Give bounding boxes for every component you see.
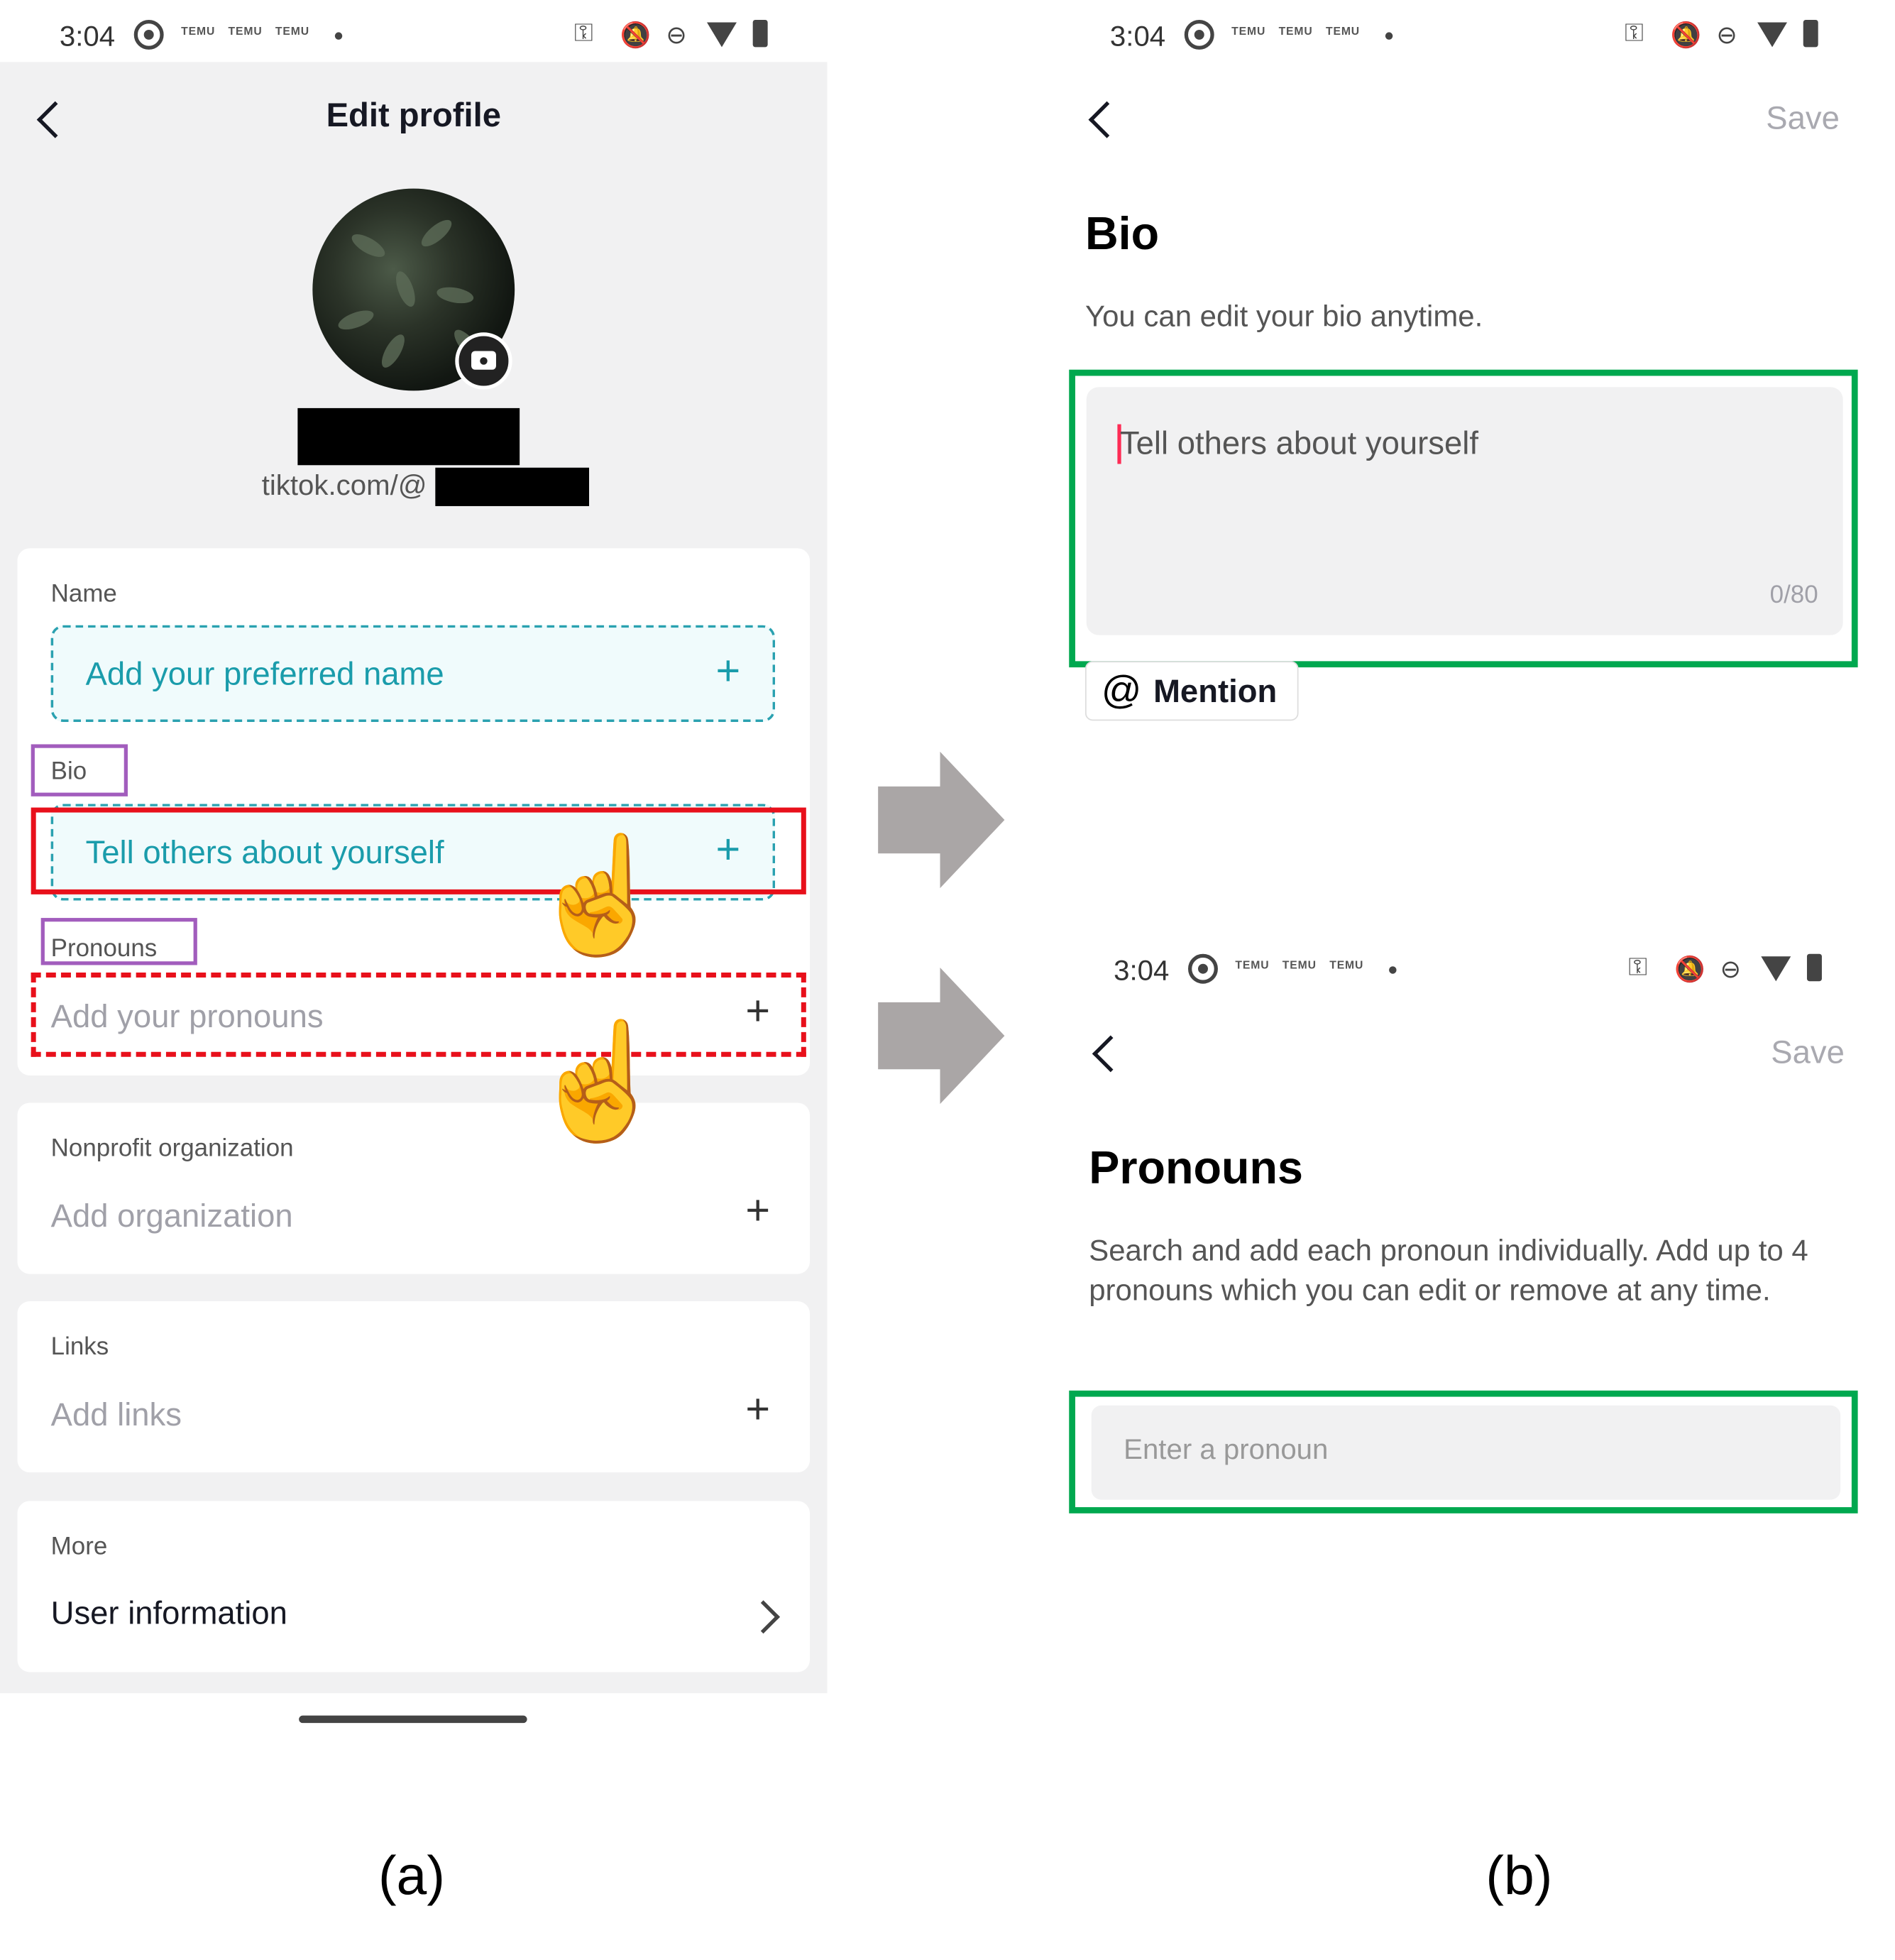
bell-off-icon: 🔕	[620, 22, 652, 50]
vpn-key-icon: ⚿	[1628, 953, 1647, 982]
redacted-handle	[435, 467, 590, 506]
mention-label: Mention	[1153, 672, 1278, 710]
temu-notification-icon: TEMU	[1329, 958, 1364, 972]
add-name-plus-icon: +	[715, 647, 741, 695]
pronouns-title: Pronouns	[1089, 1142, 1303, 1193]
name-field[interactable]: Add your preferred name +	[50, 625, 776, 722]
status-bar-pronouns: 3:04 TEMU TEMU TEMU ⚿ 🔕 ⊖	[1114, 941, 1882, 1003]
status-time: 3:04	[1114, 953, 1170, 987]
bio-field-highlight	[31, 807, 806, 894]
more-notifications-dot	[1389, 966, 1397, 974]
caption-b: (b)	[1485, 1846, 1553, 1907]
pronouns-label-highlight	[40, 918, 197, 965]
user-information-item[interactable]: User information	[51, 1594, 287, 1632]
save-button[interactable]: Save	[1766, 99, 1840, 138]
flow-arrow-icon	[878, 967, 1005, 1105]
mention-button[interactable]: @ Mention	[1084, 661, 1299, 721]
bell-off-icon: 🔕	[1674, 956, 1706, 984]
more-label: More	[50, 1533, 108, 1561]
wifi-icon	[1761, 956, 1791, 982]
settings-status-icon	[1184, 19, 1214, 50]
temu-notification-icon: TEMU	[1231, 24, 1266, 38]
bio-textarea-highlight	[1069, 369, 1858, 668]
home-indicator[interactable]	[299, 1715, 527, 1724]
bell-off-icon: 🔕	[1670, 22, 1702, 50]
tap-hand-icon: ☝	[528, 832, 671, 959]
do-not-disturb-icon: ⊖	[1720, 956, 1741, 984]
temu-notification-icon: TEMU	[275, 24, 309, 38]
pronouns-description: Search and add each pronoun individually…	[1089, 1234, 1808, 1308]
page-title: Edit profile	[326, 97, 501, 134]
settings-status-icon	[133, 19, 164, 50]
battery-icon	[1803, 19, 1818, 48]
status-time: 3:04	[1109, 19, 1166, 53]
flow-arrow-icon	[878, 751, 1005, 889]
more-card: More User information	[17, 1501, 811, 1672]
temu-notification-icon: TEMU	[1282, 958, 1317, 972]
back-arrow-icon[interactable]	[1092, 1035, 1129, 1073]
nonprofit-card[interactable]: Nonprofit organization Add organization …	[17, 1102, 811, 1274]
change-photo-camera-icon[interactable]	[455, 332, 512, 390]
more-notifications-dot	[334, 32, 343, 40]
pronoun-input-highlight	[1069, 1390, 1858, 1513]
tap-hand-icon: ☝	[528, 1018, 671, 1145]
pronouns-field-highlight	[31, 972, 806, 1057]
temu-notification-icon: TEMU	[1325, 24, 1361, 38]
vpn-key-icon: ⚿	[574, 19, 593, 48]
wifi-icon	[707, 22, 737, 48]
name-label: Name	[50, 580, 117, 608]
temu-notification-icon: TEMU	[181, 24, 216, 38]
profile-link: tiktok.com/@	[261, 469, 427, 501]
vpn-key-icon: ⚿	[1625, 19, 1644, 48]
name-field-placeholder: Add your preferred name	[85, 655, 444, 693]
temu-notification-icon: TEMU	[228, 24, 263, 38]
temu-notification-icon: TEMU	[1235, 958, 1270, 972]
wifi-icon	[1757, 22, 1788, 48]
bio-label-highlight	[31, 744, 128, 796]
battery-icon	[1806, 953, 1822, 982]
links-label: Links	[50, 1333, 109, 1361]
do-not-disturb-icon: ⊖	[1716, 22, 1737, 50]
bio-description: You can edit your bio anytime.	[1084, 300, 1483, 334]
at-sign-icon: @	[1101, 667, 1142, 713]
links-placeholder: Add links	[50, 1395, 182, 1433]
nonprofit-placeholder: Add organization	[50, 1197, 293, 1234]
status-bar-bio: 3:04 TEMU TEMU TEMU ⚿ 🔕 ⊖	[1110, 7, 1879, 69]
settings-status-icon	[1188, 953, 1218, 984]
add-links-plus-icon: +	[745, 1385, 771, 1433]
links-card[interactable]: Links Add links +	[17, 1301, 811, 1473]
do-not-disturb-icon: ⊖	[666, 22, 687, 50]
add-organization-plus-icon: +	[745, 1187, 771, 1234]
save-button[interactable]: Save	[1771, 1034, 1845, 1072]
battery-icon	[752, 19, 768, 48]
nonprofit-label: Nonprofit organization	[50, 1134, 294, 1163]
chevron-right-icon[interactable]	[747, 1600, 781, 1634]
more-notifications-dot	[1385, 32, 1393, 40]
status-bar-left: 3:04 TEMU TEMU TEMU ⚿ 🔕 ⊖	[60, 7, 828, 69]
bio-title: Bio	[1084, 208, 1160, 260]
redacted-username	[297, 407, 520, 466]
caption-a: (a)	[378, 1846, 445, 1907]
temu-notification-icon: TEMU	[1278, 24, 1313, 38]
back-arrow-icon[interactable]	[1088, 101, 1126, 138]
status-time: 3:04	[59, 19, 116, 53]
